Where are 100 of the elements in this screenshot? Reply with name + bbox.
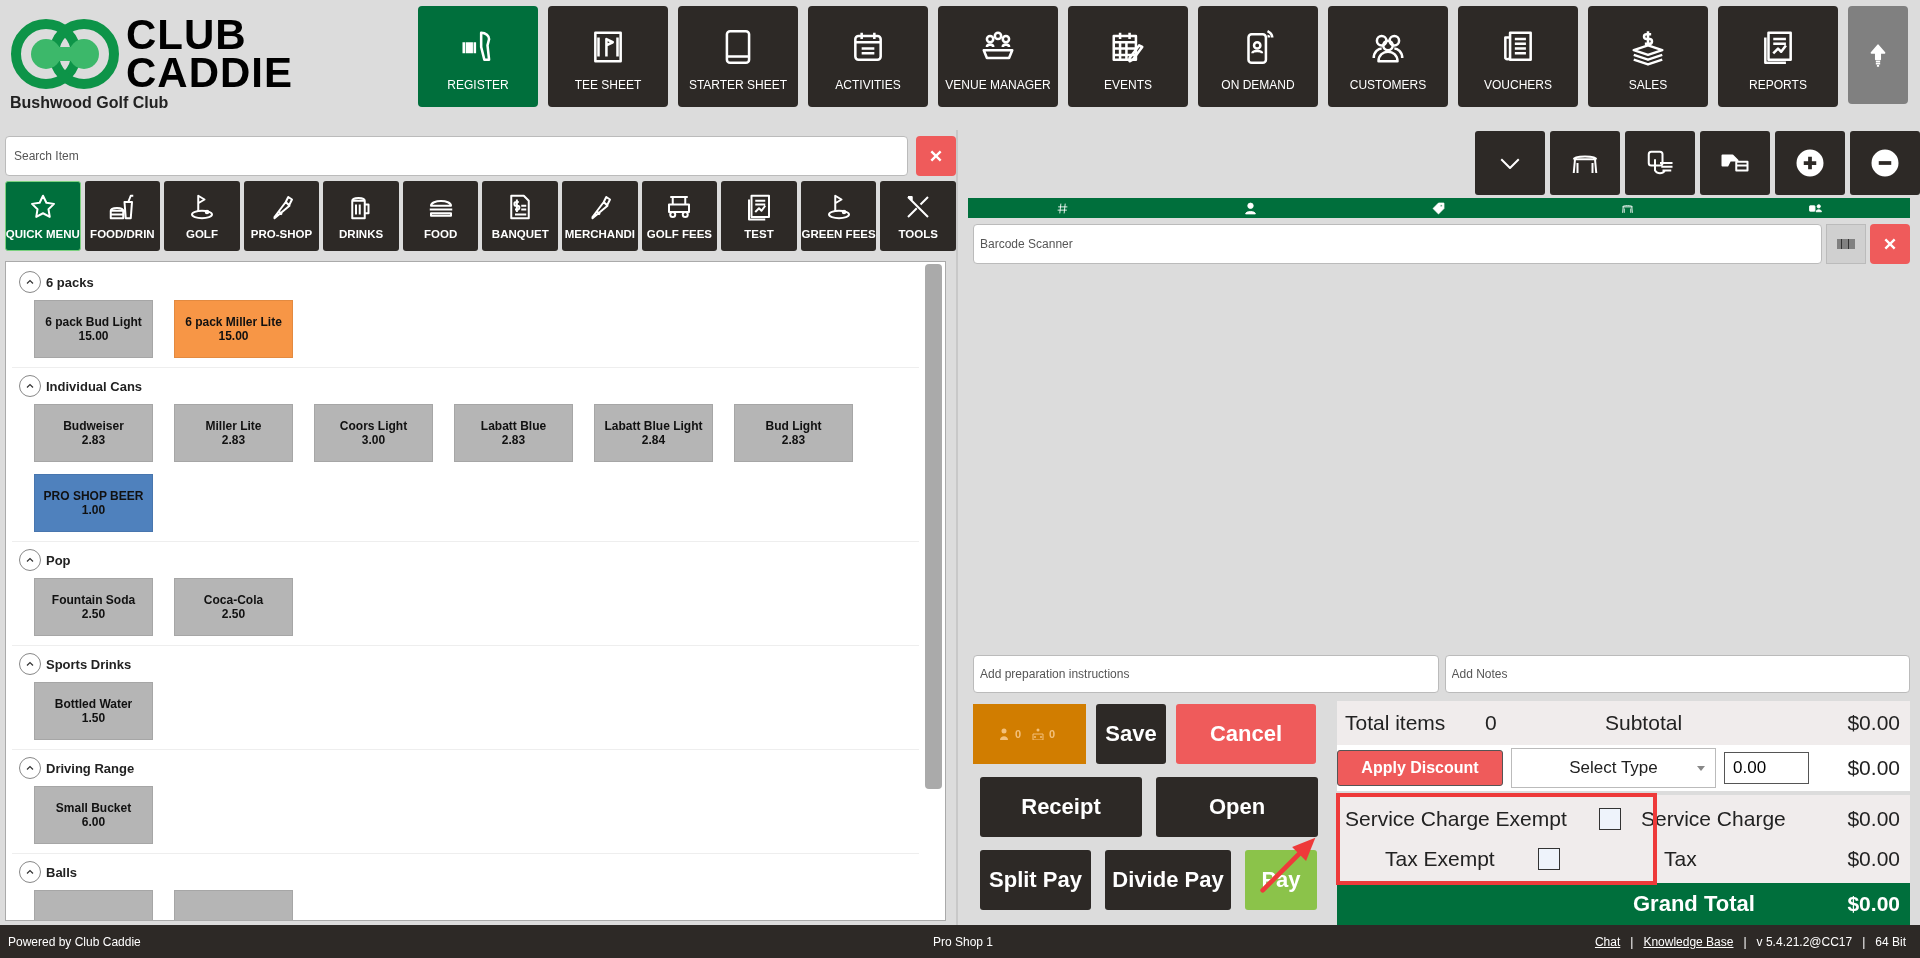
group-title: Balls bbox=[46, 864, 78, 880]
close-icon bbox=[929, 149, 943, 163]
clear-button[interactable] bbox=[1870, 224, 1910, 264]
clear-button[interactable] bbox=[916, 136, 956, 176]
version-text: 64 Bit bbox=[1875, 934, 1906, 949]
barcode-button[interactable] bbox=[1826, 224, 1866, 264]
collapse-button[interactable] bbox=[19, 549, 41, 571]
logo-text: CLUB bbox=[126, 16, 248, 54]
discount-amount-field[interactable]: 0.00 bbox=[1724, 752, 1809, 784]
collapse-button[interactable] bbox=[19, 271, 41, 293]
menu-item[interactable]: Bottled Water 1.50 bbox=[34, 682, 153, 740]
scrollbar[interactable] bbox=[925, 264, 942, 789]
group-title: Pop bbox=[46, 552, 71, 568]
checkbox[interactable] bbox=[1538, 848, 1560, 870]
nav-button[interactable]: REGISTER bbox=[418, 6, 538, 107]
toolbar-button[interactable] bbox=[1550, 131, 1620, 195]
count-value: 0 bbox=[1014, 728, 1021, 740]
action-button[interactable]: Save bbox=[1096, 704, 1166, 764]
barcode-field[interactable]: Barcode Scanner bbox=[973, 224, 1822, 264]
discount-type-dropdown[interactable]: Select Type bbox=[1511, 748, 1716, 788]
nav-button[interactable]: EVENTS bbox=[1068, 6, 1188, 107]
caret-up-icon bbox=[25, 659, 35, 669]
category-tab[interactable]: DRINKS bbox=[323, 181, 399, 251]
barcode-icon bbox=[1836, 238, 1856, 250]
menu-item[interactable]: Coca-Cola 2.50 bbox=[174, 578, 293, 636]
dropdown-caret-icon bbox=[1697, 765, 1705, 771]
server-icon bbox=[997, 728, 1010, 740]
category-tab[interactable]: TOOLS bbox=[880, 181, 956, 251]
notes-field[interactable]: Add Notes bbox=[1444, 655, 1910, 693]
nav-button[interactable]: VENUE MANAGER bbox=[938, 6, 1058, 107]
category-tab[interactable]: TEST bbox=[721, 181, 797, 251]
menu-item[interactable]: Bud Light 2.83 bbox=[734, 404, 853, 462]
tag-icon bbox=[1432, 201, 1446, 215]
category-tab[interactable]: PRO-SHOP bbox=[243, 181, 320, 251]
nav-button[interactable]: CUSTOMERS bbox=[1328, 6, 1448, 107]
notes-field[interactable]: Add preparation instructions bbox=[973, 655, 1439, 693]
plus-icon bbox=[1795, 148, 1825, 178]
wallet-user-icon bbox=[1809, 201, 1823, 215]
status-link[interactable]: Knowledge Base bbox=[1643, 934, 1734, 949]
nav-button[interactable]: REPORTS bbox=[1718, 6, 1838, 107]
status-link[interactable]: Chat bbox=[1594, 934, 1621, 949]
nav-button[interactable]: ON DEMAND bbox=[1198, 6, 1318, 107]
category-tab[interactable]: FOOD bbox=[402, 181, 479, 251]
total-items-label: Total items bbox=[1345, 711, 1447, 735]
menu-item[interactable]: Fountain Soda 2.50 bbox=[34, 578, 153, 636]
toolbar-button[interactable] bbox=[1775, 131, 1845, 195]
action-button[interactable]: Divide Pay bbox=[1105, 850, 1231, 910]
category-tab[interactable]: GOLF FEES bbox=[641, 181, 718, 251]
nav-button[interactable]: VOUCHERS bbox=[1458, 6, 1578, 107]
station-name: Pro Shop 1 bbox=[933, 934, 994, 949]
category-tab[interactable]: GREEN FEES bbox=[800, 181, 877, 251]
scroll-top-button[interactable] bbox=[1848, 6, 1908, 104]
subtotal-value: $0.00 bbox=[1847, 711, 1900, 735]
collapse-button[interactable] bbox=[19, 861, 41, 883]
menu-item[interactable]: Labatt Blue Light 2.84 bbox=[594, 404, 713, 462]
separator: | bbox=[1630, 934, 1634, 949]
separator: | bbox=[1862, 934, 1866, 949]
group-title: Sports Drinks bbox=[46, 656, 132, 672]
grand-total-label: Grand Total bbox=[1633, 891, 1755, 917]
caret-up-icon bbox=[25, 867, 35, 877]
collapse-button[interactable] bbox=[19, 375, 41, 397]
nav-button[interactable]: SALES bbox=[1588, 6, 1708, 107]
nav-button[interactable]: TEE SHEET bbox=[548, 6, 668, 107]
category-tab[interactable]: MERCHANDI bbox=[562, 181, 638, 251]
menu-item[interactable]: Coors Light 3.00 bbox=[314, 404, 433, 462]
menu-item[interactable]: PRO SHOP BEER 1.00 bbox=[34, 474, 153, 532]
subtotal-label: Subtotal bbox=[1605, 711, 1684, 735]
logo-text: CADDIE bbox=[126, 54, 293, 92]
toolbar-button[interactable] bbox=[1625, 131, 1695, 195]
toolbar-button[interactable] bbox=[1850, 131, 1920, 195]
tax-label: Tax bbox=[1664, 847, 1697, 871]
checkbox[interactable] bbox=[1599, 808, 1621, 830]
user-icon bbox=[1244, 201, 1258, 215]
collapse-button[interactable] bbox=[19, 653, 41, 675]
nav-button[interactable]: STARTER SHEET bbox=[678, 6, 798, 107]
toolbar-button[interactable] bbox=[1700, 131, 1770, 195]
caret-up-icon bbox=[25, 381, 35, 391]
category-tab[interactable]: FOOD/DRIN bbox=[84, 181, 161, 251]
action-button[interactable]: Split Pay bbox=[980, 850, 1091, 910]
menu-item[interactable]: 6 pack Bud Light 15.00 bbox=[34, 300, 153, 358]
group-title: Driving Range bbox=[46, 760, 135, 776]
service-charge-exempt-label: Service Charge Exempt bbox=[1345, 807, 1568, 831]
search-field[interactable]: Search Item bbox=[5, 136, 908, 176]
category-tab[interactable]: GOLF bbox=[164, 181, 240, 251]
menu-item[interactable]: Labatt Blue 2.83 bbox=[454, 404, 573, 462]
action-button[interactable]: Receipt bbox=[980, 777, 1142, 837]
collapse-button[interactable] bbox=[19, 757, 41, 779]
category-tab[interactable]: BANQUET bbox=[482, 181, 559, 251]
menu-item[interactable]: Budweiser 2.83 bbox=[34, 404, 153, 462]
menu-item[interactable]: Miller Lite 2.83 bbox=[174, 404, 293, 462]
nav-button[interactable]: ACTIVITIES bbox=[808, 6, 928, 107]
hash-icon bbox=[1055, 201, 1069, 215]
service-charge-value: $0.00 bbox=[1847, 807, 1900, 831]
action-button[interactable]: Open bbox=[1156, 777, 1318, 837]
minus-icon bbox=[1870, 148, 1900, 178]
count-value: 0 bbox=[1049, 728, 1056, 740]
menu-item[interactable]: 6 pack Miller Lite 15.00 bbox=[174, 300, 293, 358]
menu-item[interactable]: Small Bucket 6.00 bbox=[34, 786, 153, 844]
separator: | bbox=[1743, 934, 1747, 949]
category-tab[interactable]: QUICK MENU bbox=[5, 181, 81, 251]
